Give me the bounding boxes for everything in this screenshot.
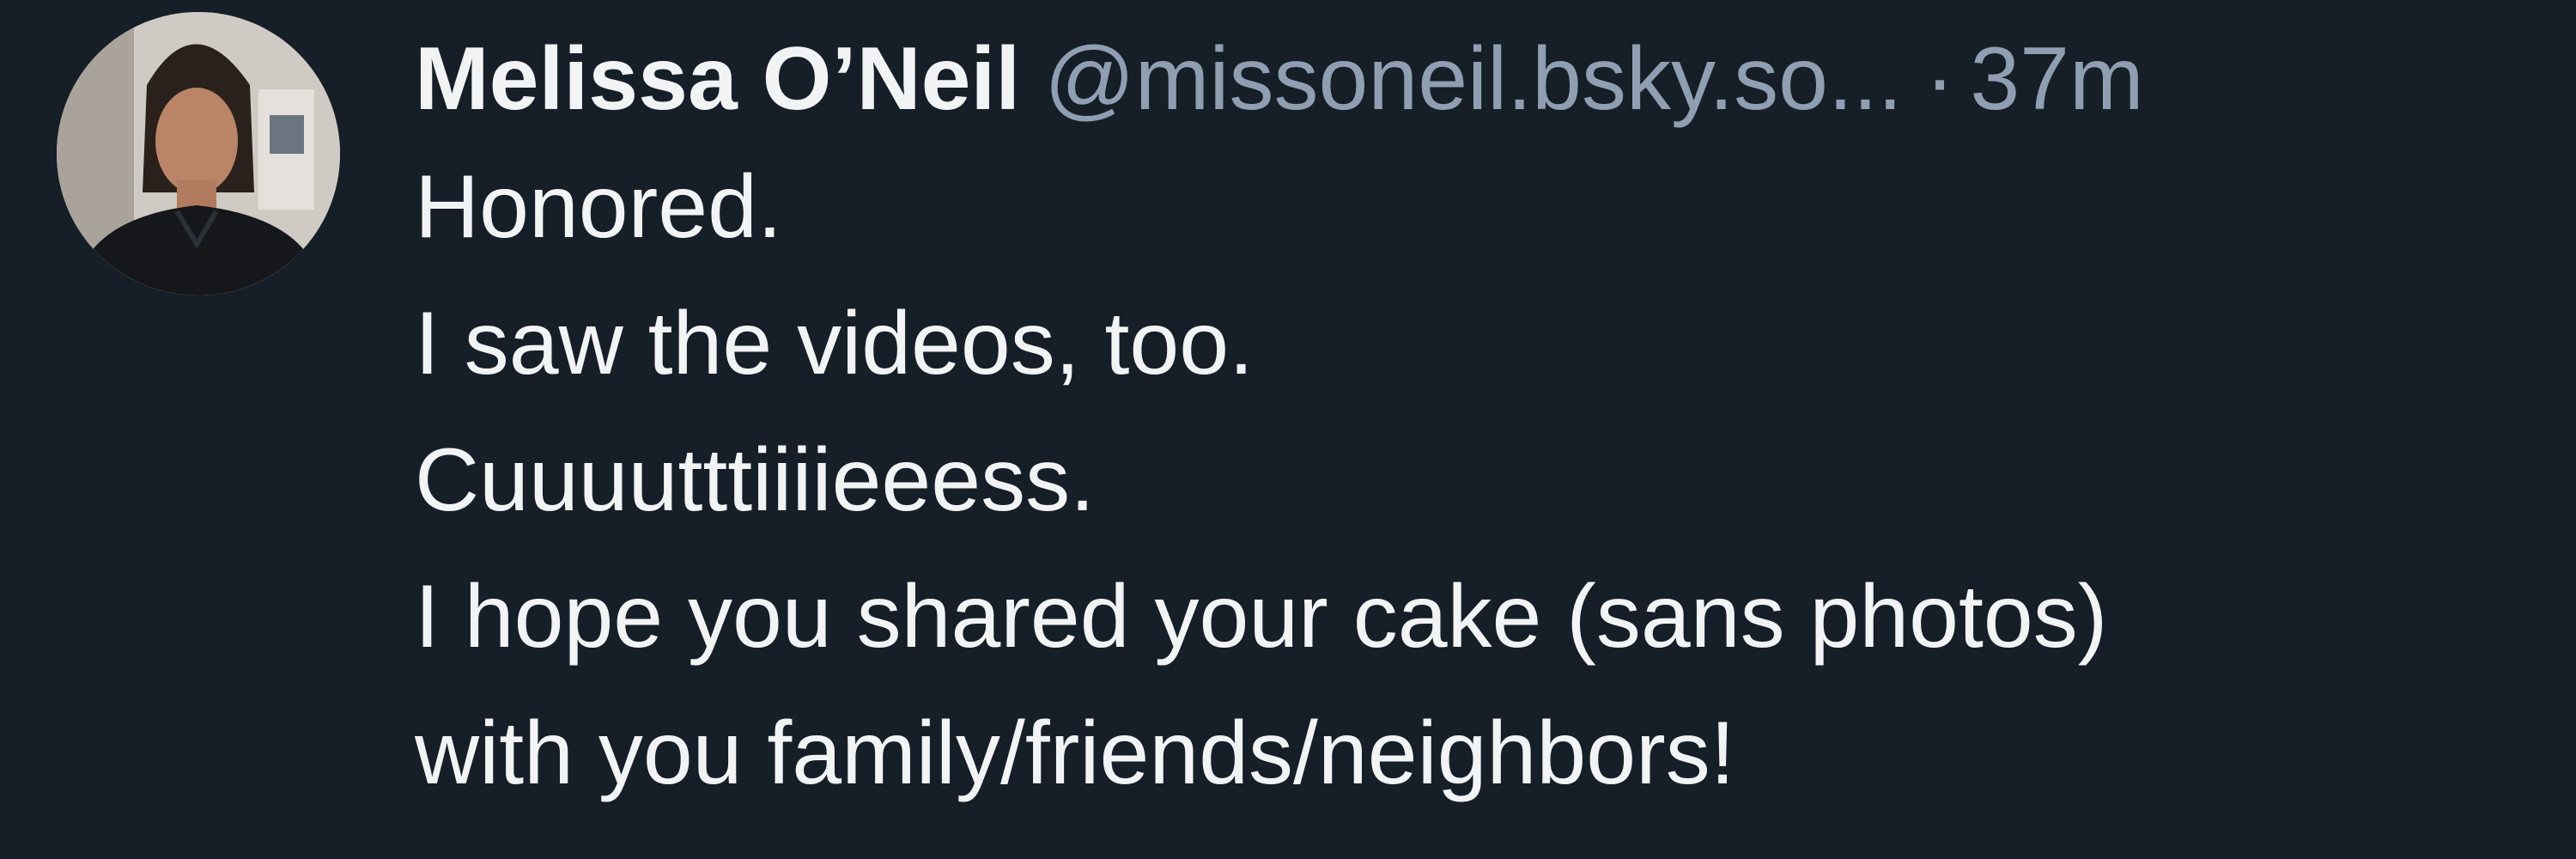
post-timestamp[interactable]: 37m [1970, 19, 2143, 139]
post-text-line: Cuuuutttiiiieeess. [415, 430, 1095, 530]
post-text-line: I hope you shared your cake (sans photos… [415, 567, 2108, 667]
author-handle[interactable]: @missoneil.bsky.so... [1044, 19, 1902, 139]
post-text-line: with you family/friends/neighbors! [415, 704, 1735, 803]
header-separator: · [1924, 29, 1955, 129]
post-content: Melissa O’Neil @missoneil.bsky.so... · 3… [415, 19, 2524, 822]
post-header: Melissa O’Neil @missoneil.bsky.so... · 3… [415, 19, 2524, 139]
author-display-name[interactable]: Melissa O’Neil [415, 19, 1020, 139]
post-text: Honored. I saw the videos, too. Cuuuuttt… [415, 139, 2524, 822]
avatar-photo-icon [57, 12, 340, 295]
post-card: Melissa O’Neil @missoneil.bsky.so... · 3… [0, 0, 2576, 859]
avatar[interactable] [57, 12, 340, 295]
post-text-line: Honored. [415, 157, 782, 257]
post-text-line: I saw the videos, too. [415, 294, 1254, 393]
